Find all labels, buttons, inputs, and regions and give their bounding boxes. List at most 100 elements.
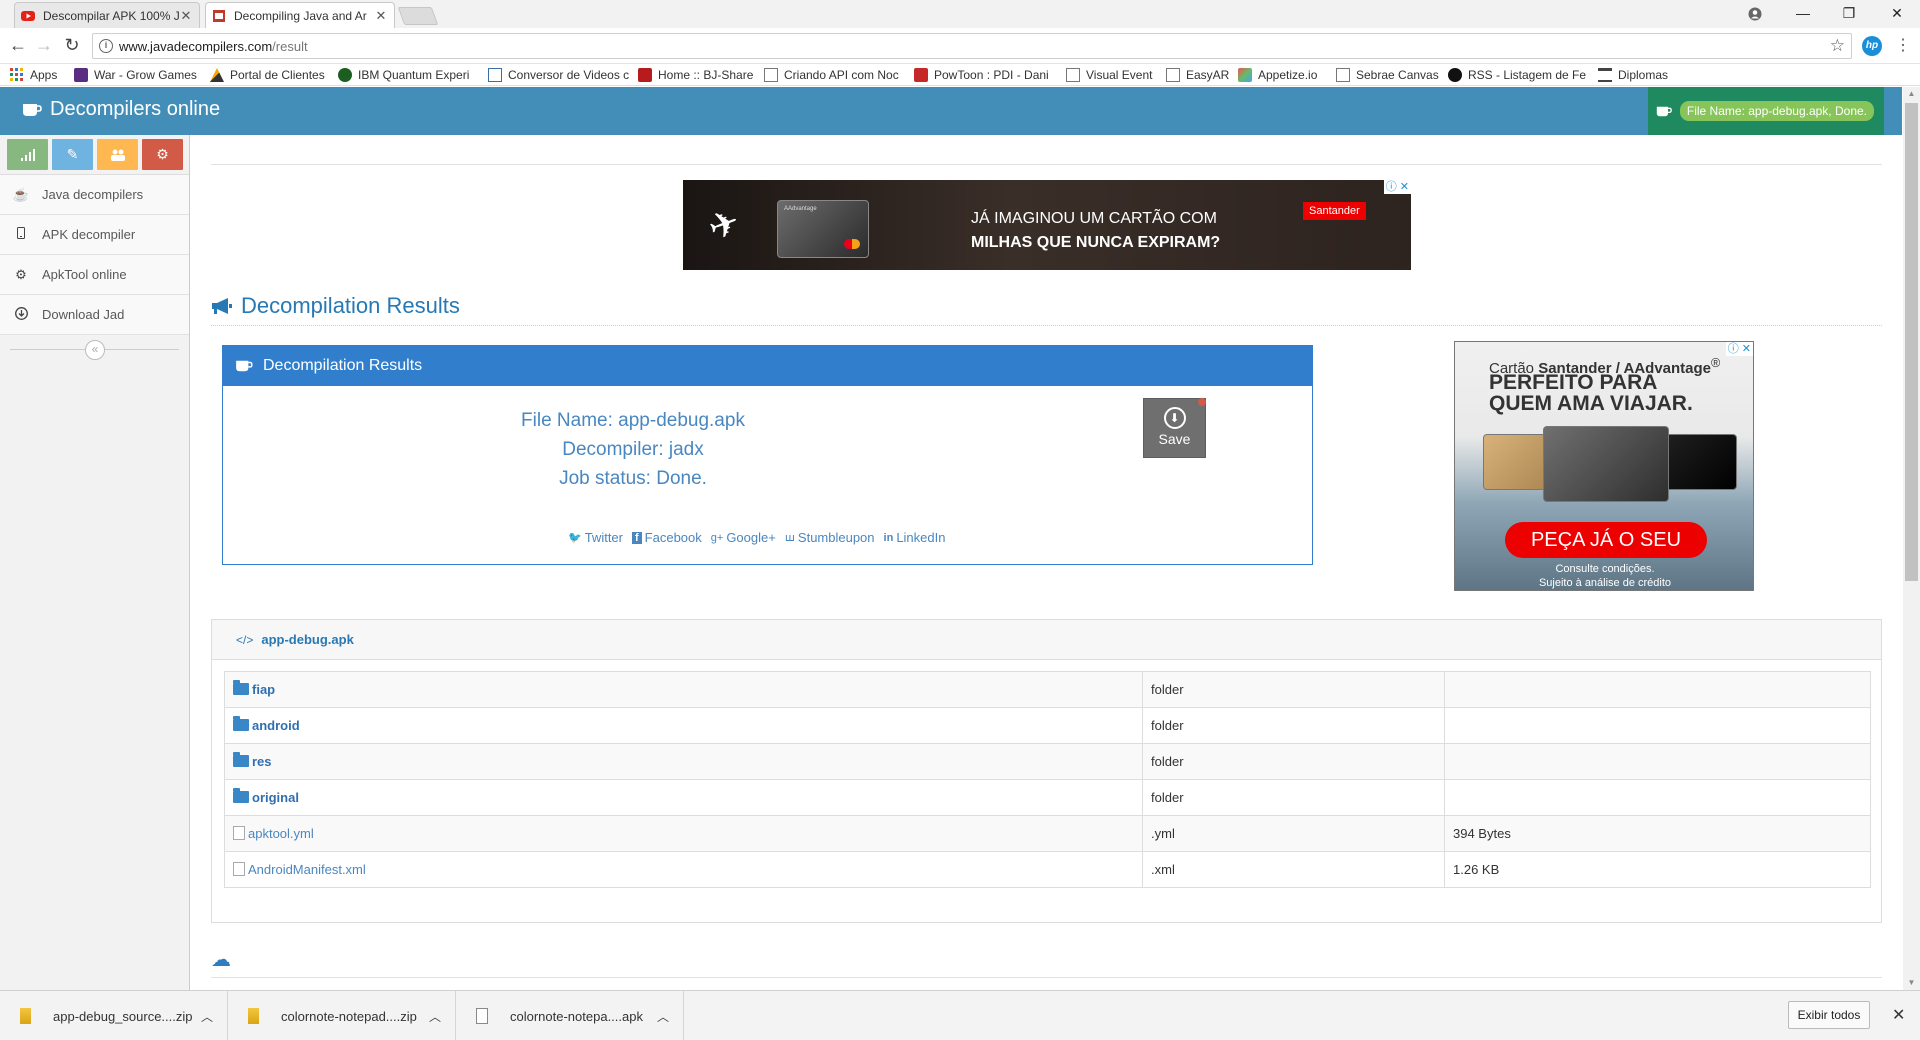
share-facebook-link[interactable]: f Facebook — [632, 530, 702, 545]
download-item[interactable]: app-debug_source....zip ︿ — [0, 991, 228, 1040]
file-tree-panel: </> app-debug.apk fiap folder android folde… — [211, 619, 1882, 923]
scroll-thumb[interactable] — [1905, 103, 1918, 581]
bookmark-star-icon[interactable]: ☆ — [1830, 36, 1845, 56]
menu-kebab-icon[interactable]: ⋮ — [1895, 35, 1911, 55]
banner-ad[interactable]: ✈ AAdvantage JÁ IMAGINOU UM CARTÃO COM M… — [683, 180, 1411, 270]
notification-area[interactable]: File Name: app-debug.apk, Done. — [1647, 87, 1884, 135]
tab-youtube[interactable]: Descompilar APK 100% J ✕ — [14, 2, 200, 28]
sidebar-item-label: ApkTool online — [42, 267, 127, 282]
facebook-icon: f — [632, 531, 642, 544]
apps-grid-icon — [10, 68, 23, 81]
profile-icon[interactable] — [1732, 0, 1778, 28]
file-tree-root[interactable]: app-debug.apk — [261, 632, 353, 647]
bank-icon — [1598, 68, 1612, 82]
bookmark-rss-listagem[interactable]: RSS - Listagem de Fe — [1448, 67, 1586, 83]
forward-icon[interactable]: → — [32, 34, 56, 58]
bookmark-powtoon[interactable]: PowToon : PDI - Dani — [914, 67, 1049, 83]
bookmark-label: Visual Event — [1086, 68, 1153, 82]
bookmark-appetize[interactable]: Appetize.io — [1238, 67, 1317, 83]
save-button[interactable]: ⬇ Save — [1143, 398, 1206, 458]
tab-javadecompilers[interactable]: Decompiling Java and Ar ✕ — [205, 2, 395, 28]
bookmark-visual-event[interactable]: Visual Event — [1066, 67, 1153, 83]
sidebar-item-apk-decompiler[interactable]: APK decompiler — [0, 215, 189, 255]
ad-choices[interactable]: ⓘ ✕ — [1383, 180, 1411, 194]
results-box: Decompilation Results File Name: app-deb… — [222, 345, 1313, 565]
airplane-icon: ✈ — [702, 200, 746, 249]
linkedin-icon: in — [883, 531, 894, 544]
address-bar[interactable]: i www.javadecompilers.com/result ☆ — [92, 33, 1852, 59]
share-stumbleupon-link[interactable]: ꟺ Stumbleupon — [785, 530, 875, 545]
ad-choices[interactable]: ⓘ ✕ — [1725, 342, 1753, 356]
chevron-up-icon[interactable]: ︿ — [657, 1008, 669, 1025]
sidebar-item-java-decompilers[interactable]: ☕ Java decompilers — [0, 175, 189, 215]
minimize-icon[interactable]: — — [1780, 0, 1826, 28]
folder-link[interactable]: res — [252, 754, 272, 769]
ad-info-icon[interactable]: ⓘ — [1386, 180, 1397, 194]
table-row[interactable]: fiap folder — [224, 671, 1871, 708]
tab-title: Descompilar APK 100% J — [43, 8, 179, 23]
bookmark-sebrae-canvas[interactable]: Sebrae Canvas — [1336, 67, 1439, 83]
table-row[interactable]: original folder — [224, 779, 1871, 816]
file-link[interactable]: AndroidManifest.xml — [248, 862, 366, 877]
ad-info-icon[interactable]: ⓘ — [1728, 342, 1739, 356]
share-twitter-link[interactable]: 🐦 Twitter — [568, 530, 623, 545]
bookmark-war-grow-games[interactable]: War - Grow Games — [74, 67, 197, 83]
decompiler-text: Decompiler: jadx — [562, 439, 704, 460]
shortcut-stats-button[interactable] — [7, 139, 48, 170]
ad-close-icon[interactable]: ✕ — [1400, 180, 1409, 194]
cloud-upload-icon[interactable]: ☁ — [211, 947, 231, 972]
bookmark-ibm-quantum[interactable]: IBM Quantum Experi — [338, 67, 469, 83]
table-row[interactable]: android folder — [224, 707, 1871, 744]
sidebar-item-apktool-online[interactable]: ⚙ ApkTool online — [0, 255, 189, 295]
bookmark-easyar[interactable]: EasyAR — [1166, 67, 1229, 83]
appetize-icon — [1238, 68, 1252, 82]
scroll-up-icon[interactable]: ▲ — [1903, 87, 1920, 101]
close-window-icon[interactable]: ✕ — [1874, 0, 1920, 28]
site-info-icon[interactable]: i — [99, 39, 113, 53]
folder-link[interactable]: android — [252, 718, 300, 733]
shortcut-edit-button[interactable]: ✎ — [52, 139, 93, 170]
chevron-up-icon[interactable]: ︿ — [201, 1008, 213, 1025]
download-item[interactable]: colornote-notepad....zip ︿ — [228, 991, 456, 1040]
reload-icon[interactable]: ↻ — [60, 34, 84, 58]
close-shelf-icon[interactable]: ✕ — [1892, 1005, 1905, 1025]
share-linkedin-link[interactable]: in LinkedIn — [884, 530, 946, 545]
bookmark-diplomas[interactable]: Diplomas — [1598, 67, 1668, 83]
bookmark-conversor-videos[interactable]: Conversor de Videos c — [488, 67, 629, 83]
bookmark-criando-api[interactable]: Criando API com Noc — [764, 67, 899, 83]
download-item[interactable]: colornote-notepa....apk ︿ — [456, 991, 684, 1040]
shortcut-users-button[interactable] — [97, 139, 138, 170]
share-googleplus-link[interactable]: g+ Google+ — [711, 530, 776, 545]
scroll-down-icon[interactable]: ▼ — [1903, 976, 1920, 990]
new-tab-button[interactable] — [397, 7, 439, 25]
ad-cta-button[interactable]: PEÇA JÁ O SEU — [1505, 522, 1707, 558]
bookmark-portal-clientes[interactable]: Portal de Clientes — [210, 67, 325, 83]
chevron-up-icon[interactable]: ︿ — [429, 1008, 441, 1025]
bookmark-apps[interactable]: Apps — [10, 67, 57, 83]
credit-card-image: AAdvantage — [777, 200, 869, 258]
restore-icon[interactable]: ❐ — [1826, 0, 1872, 28]
file-size-cell — [1444, 671, 1871, 708]
close-tab-icon[interactable]: ✕ — [179, 8, 193, 24]
bookmark-bj-share[interactable]: Home :: BJ-Share — [638, 67, 753, 83]
shortcut-settings-button[interactable]: ⚙ — [142, 139, 183, 170]
back-icon[interactable]: ← — [6, 34, 30, 58]
table-row[interactable]: res folder — [224, 743, 1871, 780]
side-ad[interactable]: Cartão Santander / AAdvantage® PERFEITO … — [1454, 341, 1754, 591]
file-link[interactable]: apktool.yml — [248, 826, 314, 841]
bookmark-label: RSS - Listagem de Fe — [1468, 68, 1587, 82]
hp-extension-icon[interactable]: hp — [1862, 36, 1882, 56]
ad-close-icon[interactable]: ✕ — [1742, 342, 1751, 356]
show-all-downloads-button[interactable]: Exibir todos — [1788, 1001, 1870, 1029]
zip-file-icon — [20, 1008, 31, 1024]
brand-link[interactable]: Decompilers online — [22, 98, 220, 121]
table-row[interactable]: AndroidManifest.xml .xml 1.26 KB — [224, 851, 1871, 888]
collapse-sidebar-icon[interactable]: « — [85, 340, 105, 360]
sidebar-item-download-jad[interactable]: Download Jad — [0, 295, 189, 335]
folder-link[interactable]: fiap — [252, 682, 275, 697]
close-tab-icon[interactable]: ✕ — [374, 8, 388, 24]
folder-link[interactable]: original — [252, 790, 299, 805]
table-row[interactable]: apktool.yml .yml 394 Bytes — [224, 815, 1871, 852]
ad-line-2: MILHAS QUE NUNCA EXPIRAM? — [971, 234, 1221, 251]
page-scrollbar[interactable]: ▲ ▼ — [1903, 87, 1920, 990]
